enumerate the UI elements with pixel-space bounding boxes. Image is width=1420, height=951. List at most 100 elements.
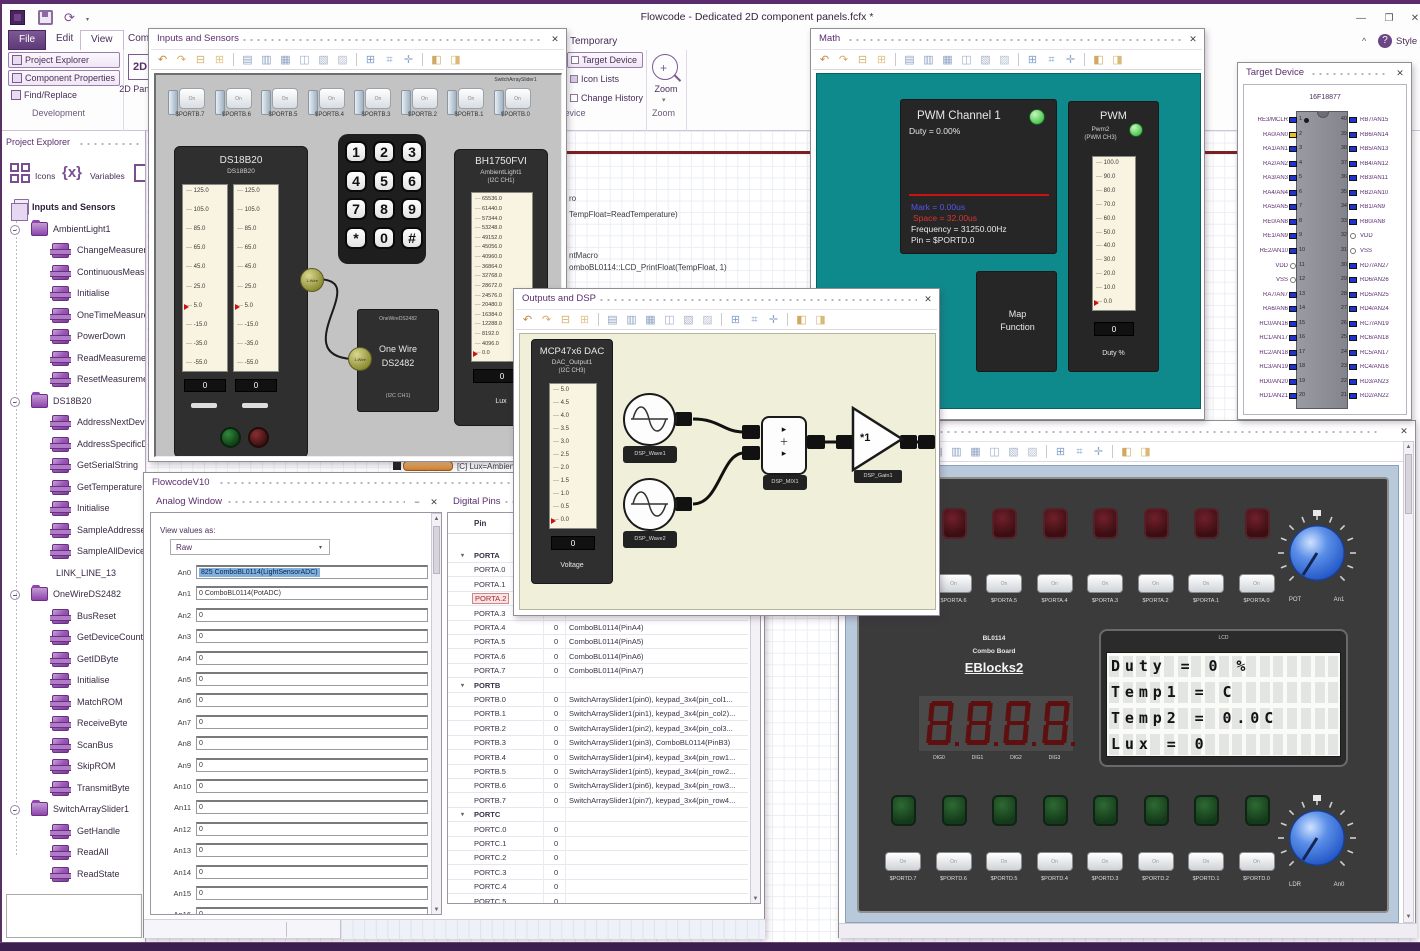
analog-input-an11[interactable]: 0 bbox=[196, 800, 428, 815]
tree-item-switcharrayslider1[interactable]: SwitchArraySlider1 bbox=[2, 800, 145, 820]
pin-row-portb-7[interactable]: PORTB.7 0 SwitchArraySlider1(pin7), keypad… bbox=[448, 794, 748, 808]
keypad-key-7[interactable]: 7 bbox=[345, 198, 367, 220]
slide-switch--portb-1[interactable]: On $PORTB.1 bbox=[447, 85, 491, 123]
math-close-icon[interactable]: ✕ bbox=[1187, 33, 1199, 45]
flowcode-window-hscrollbar[interactable] bbox=[340, 920, 765, 939]
onewire-plug-2[interactable]: 1-Wire bbox=[348, 347, 372, 371]
pin-row-portc-0[interactable]: PORTC.0 0 bbox=[448, 823, 748, 837]
pe-variables-label[interactable]: Variables bbox=[90, 171, 125, 181]
tree-item-skiprom[interactable]: SkipROM bbox=[2, 757, 145, 777]
zoom-icon[interactable]: + bbox=[652, 54, 678, 80]
tree-item-sampleaddresseddevice[interactable]: SampleAddressedDevice bbox=[2, 521, 145, 541]
analog-input-an3[interactable]: 0 bbox=[196, 629, 428, 644]
tree-item-samplealldevices[interactable]: SampleAllDevices bbox=[2, 542, 145, 562]
toolbar-icon[interactable]: ⌗ bbox=[1044, 52, 1059, 68]
slide-switch--portb-4[interactable]: On $PORTB.4 bbox=[307, 85, 352, 123]
tree-item-link-line-13[interactable]: LINK_LINE_13 bbox=[2, 564, 145, 584]
tree-item-initialise[interactable]: Initialise bbox=[2, 284, 145, 304]
analog-input-an15[interactable]: 0 bbox=[196, 886, 428, 900]
pin-row-portc[interactable]: ▾ PORTC bbox=[448, 808, 748, 823]
tree-item-continuousmeasurement[interactable]: ContinuousMeasurement bbox=[2, 263, 145, 283]
ribbon-project-explorer-button[interactable]: Project Explorer bbox=[8, 52, 120, 68]
analog-input-an2[interactable]: 0 bbox=[196, 607, 428, 622]
tree-item-onewireds2482[interactable]: OneWireDS2482 bbox=[2, 585, 145, 605]
tab-file[interactable]: File bbox=[8, 30, 47, 50]
tree-item-getdevicecount[interactable]: GetDeviceCount bbox=[2, 628, 145, 648]
scale-indicator[interactable]: 125.0105.085.065.045.025.05.0-15.0-35.0-… bbox=[182, 184, 228, 372]
toolbar-icon[interactable]: ◧ bbox=[794, 312, 809, 328]
toolbar-icon[interactable]: ◫ bbox=[662, 312, 677, 328]
toolbar-icon[interactable]: ◫ bbox=[959, 52, 974, 68]
keypad-key-8[interactable]: 8 bbox=[373, 198, 395, 220]
analog-input-an4[interactable]: 0 bbox=[196, 650, 428, 665]
toolbar-icon[interactable]: ⊞ bbox=[874, 52, 889, 68]
help-icon[interactable]: ? bbox=[1378, 34, 1392, 48]
ds18b20-slider-2[interactable] bbox=[242, 403, 268, 408]
analog-close-icon[interactable]: ✕ bbox=[428, 496, 440, 508]
pin-row-portb-2[interactable]: PORTB.2 0 SwitchArraySlider1(pin2), keypad… bbox=[448, 722, 748, 736]
switch--porta-3[interactable]: On bbox=[1087, 574, 1123, 593]
pin-row-portc-1[interactable]: PORTC.1 0 bbox=[448, 837, 748, 851]
map-function-component[interactable]: Map Function bbox=[976, 271, 1057, 372]
toolbar-icon[interactable]: ▤ bbox=[605, 312, 620, 328]
switch--portd-7[interactable]: On bbox=[885, 852, 921, 871]
keypad-key-star[interactable]: * bbox=[345, 226, 367, 249]
keypad-key-5[interactable]: 5 bbox=[373, 169, 395, 192]
pin-row-porta-5[interactable]: PORTA.5 0 ComboBL0114(PinA5) bbox=[448, 635, 748, 650]
toolbar-icon[interactable]: ◧ bbox=[1119, 444, 1134, 460]
ribbon-icon-lists-toggle[interactable]: Icon Lists bbox=[567, 72, 643, 88]
slide-switch--portb-6[interactable]: On $PORTB.6 bbox=[214, 85, 259, 123]
toolbar-icon[interactable]: ↷ bbox=[836, 52, 851, 68]
analog-input-an10[interactable]: 0 bbox=[196, 779, 428, 793]
tree-item-ds18b20[interactable]: DS18B20 bbox=[2, 391, 145, 412]
pin-row-portc-4[interactable]: PORTC.4 0 bbox=[448, 880, 748, 895]
toolbar-icon[interactable]: ▧ bbox=[681, 312, 696, 328]
analog-vscrollbar[interactable]: ▲ ▼ bbox=[431, 513, 441, 914]
switch--portd-5[interactable]: On bbox=[986, 852, 1022, 871]
toolbar-icon[interactable]: ⌗ bbox=[382, 52, 397, 68]
ds18b20-red-led[interactable] bbox=[248, 427, 269, 448]
analog-input-an1[interactable]: 0 ComboBL0114(PotADC) bbox=[196, 586, 428, 601]
scale-indicator[interactable]: 100.090.080.070.060.050.040.030.020.010.… bbox=[1092, 156, 1136, 311]
tree-item-getserialstring[interactable]: GetSerialString bbox=[2, 456, 145, 476]
toolbar-icon[interactable]: ↶ bbox=[817, 52, 832, 68]
tree-item-receivebyte[interactable]: ReceiveByte bbox=[2, 714, 145, 734]
tree-item-inputs-and-sensors[interactable]: Inputs and Sensors bbox=[2, 198, 145, 221]
toolbar-icon[interactable]: ✛ bbox=[766, 312, 781, 328]
keypad-key-3[interactable]: 3 bbox=[401, 141, 423, 163]
toolbar-icon[interactable]: ▨ bbox=[997, 52, 1012, 68]
pin-row-portb-4[interactable]: PORTB.4 0 SwitchArraySlider1(pin4), keypad… bbox=[448, 751, 748, 765]
onewire-plug-1[interactable]: 1-Wire bbox=[300, 268, 324, 292]
close-button[interactable]: ✕ bbox=[1404, 12, 1420, 26]
switch--portd-3[interactable]: On bbox=[1087, 852, 1123, 871]
keypad-key-4[interactable]: 4 bbox=[345, 169, 367, 192]
tree-item-initialise[interactable]: Initialise bbox=[2, 671, 145, 691]
toolbar-icon[interactable]: ▤ bbox=[240, 52, 255, 68]
pin-row-portb-1[interactable]: PORTB.1 0 SwitchArraySlider1(pin1), keypad… bbox=[448, 707, 748, 722]
ribbon-target-device-toggle[interactable]: Target Device bbox=[567, 52, 643, 68]
tree-item-matchrom[interactable]: MatchROM bbox=[2, 693, 145, 713]
toolbar-icon[interactable]: ⊞ bbox=[728, 312, 743, 328]
toolbar-icon[interactable]: ▦ bbox=[940, 52, 955, 68]
system-panel-hscrollbar[interactable] bbox=[839, 923, 1417, 938]
tree-item-scanbus[interactable]: ScanBus bbox=[2, 736, 145, 756]
analog-input-an16[interactable]: 0 bbox=[196, 907, 428, 914]
ribbon-find-replace-button[interactable]: Find/Replace bbox=[8, 88, 120, 104]
switch--porta-5[interactable]: On bbox=[986, 574, 1022, 593]
toolbar-icon[interactable]: ◨ bbox=[1110, 52, 1125, 68]
keypad-key-6[interactable]: 6 bbox=[401, 169, 423, 192]
scale-indicator[interactable]: 125.0105.085.065.045.025.05.0-15.0-35.0-… bbox=[233, 184, 279, 372]
target-close-icon[interactable]: ✕ bbox=[1394, 67, 1406, 79]
ribbon-component-properties-button[interactable]: Component Properties bbox=[8, 70, 120, 86]
math-titlebar[interactable]: Math ✕ bbox=[811, 29, 1204, 49]
analog-input-an14[interactable]: 0 bbox=[196, 864, 428, 879]
ds18b20-green-led[interactable] bbox=[220, 427, 241, 448]
outputs-titlebar[interactable]: Outputs and DSP ✕ bbox=[514, 289, 939, 309]
variables-toolbar-icon[interactable]: {x} bbox=[62, 164, 82, 181]
toolbar-icon[interactable]: ✛ bbox=[1091, 444, 1106, 460]
toolbar-icon[interactable]: ▨ bbox=[335, 52, 350, 68]
pin-row-portb[interactable]: ▾ PORTB bbox=[448, 679, 748, 693]
analog-window-titlebar[interactable]: Analog Window − ✕ bbox=[148, 492, 445, 511]
keypad-key-2[interactable]: 2 bbox=[373, 141, 395, 163]
tree-item-gethandle[interactable]: GetHandle bbox=[2, 822, 145, 842]
